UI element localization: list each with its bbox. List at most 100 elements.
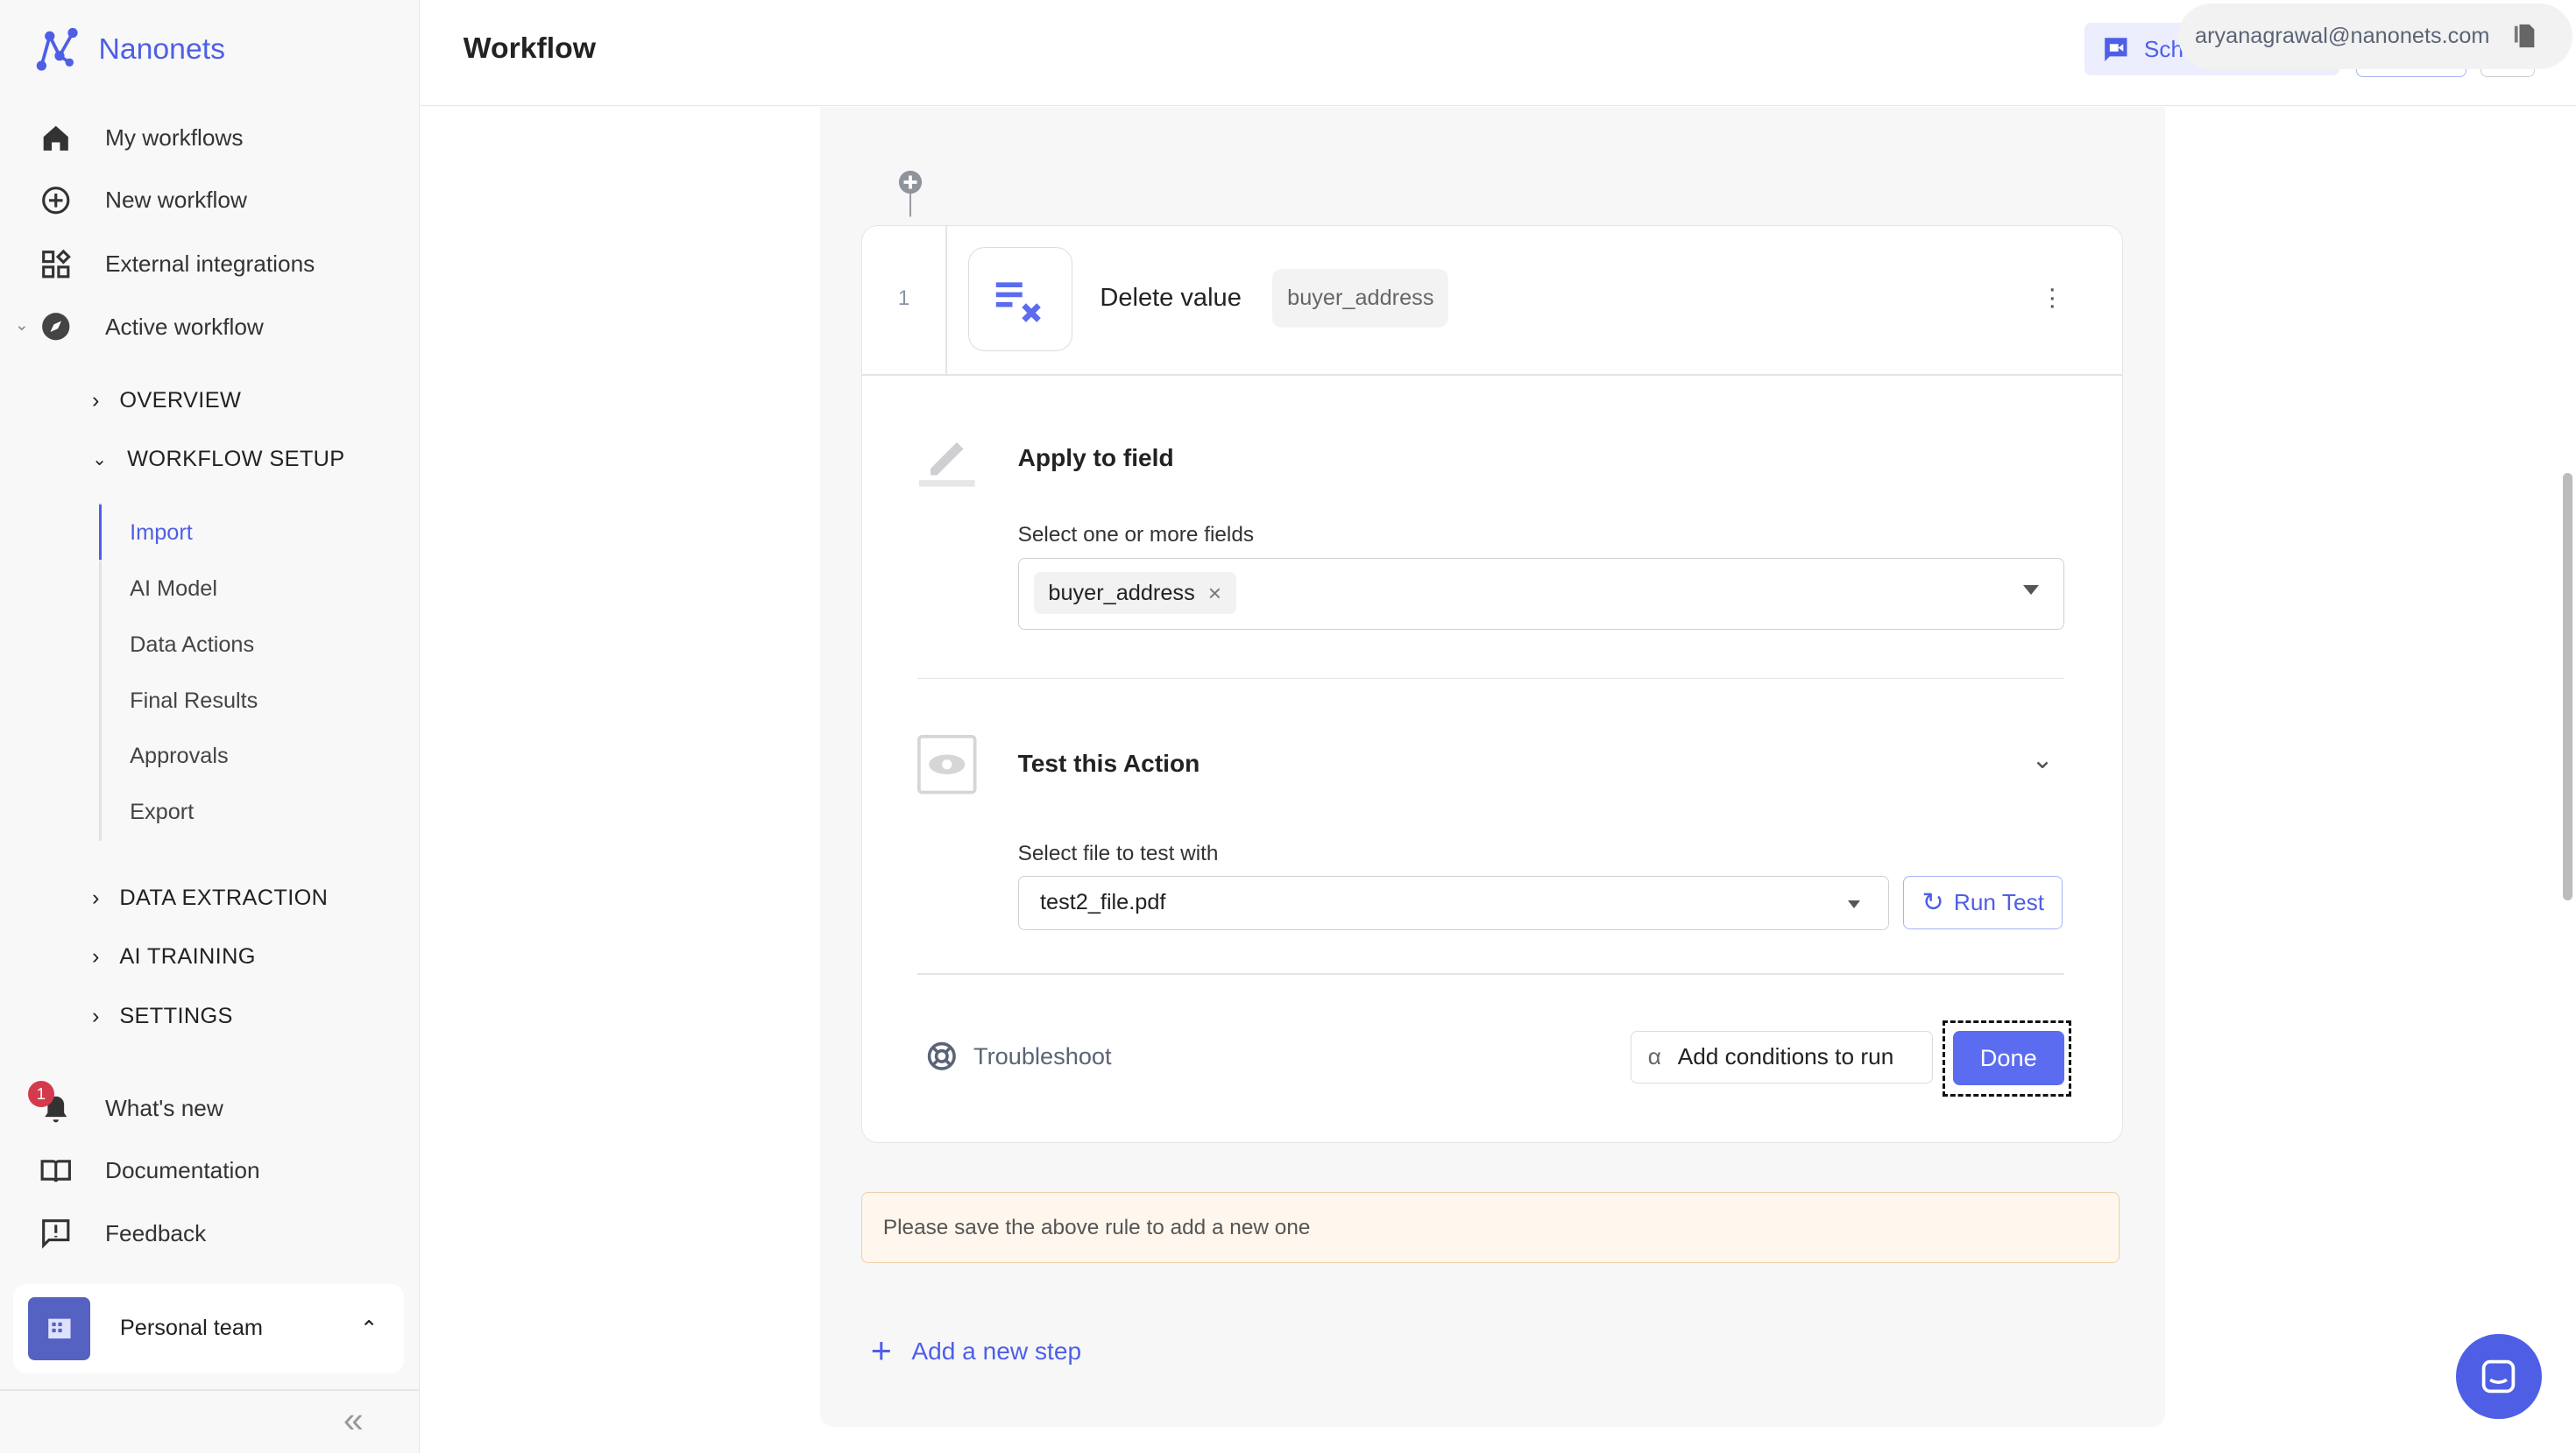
refresh-icon: ↻ xyxy=(1921,887,1944,917)
nav-label: New workflow xyxy=(105,187,247,214)
chevron-down-icon[interactable]: ⌄ xyxy=(15,315,29,335)
subnav-approvals[interactable]: Approvals xyxy=(130,744,229,769)
notice-banner: Please save the above rule to add a new … xyxy=(860,1192,2120,1263)
nav-my-workflows[interactable]: My workflows xyxy=(39,122,244,155)
nav-documentation[interactable]: Documentation xyxy=(39,1154,260,1188)
branch-icon: α xyxy=(1647,1043,1661,1070)
nav-label: Active workflow xyxy=(105,313,264,340)
subnav-final-results[interactable]: Final Results xyxy=(130,688,258,714)
nav-active-workflow[interactable]: Active workflow xyxy=(39,310,264,343)
run-test-button[interactable]: ↻ Run Test xyxy=(1903,876,2063,929)
nav-external-integrations[interactable]: External integrations xyxy=(39,248,315,281)
chat-icon xyxy=(2482,1359,2516,1393)
selected-file: test2_file.pdf xyxy=(1040,890,1166,915)
test-file-select[interactable]: test2_file.pdf xyxy=(1017,876,1889,931)
step-card: 1 Delete value buyer_address · · · Apply t… xyxy=(860,224,2123,1144)
section-label: AI TRAINING xyxy=(119,944,256,970)
troubleshoot-link[interactable]: Troubleshoot xyxy=(926,1041,1112,1072)
subnav-import[interactable]: Import xyxy=(130,520,193,546)
test-action-heading: Test this Action xyxy=(1017,750,1200,777)
chat-launcher-button[interactable] xyxy=(2456,1333,2542,1419)
test-file-label: Select file to test with xyxy=(1017,842,1219,865)
section-ai-training[interactable]: › AI TRAINING xyxy=(92,944,256,970)
fields-multiselect[interactable]: buyer_address × xyxy=(1017,557,2065,631)
video-chat-icon xyxy=(2105,38,2127,62)
dropdown-caret-icon xyxy=(1847,900,1860,908)
subnav-data-actions[interactable]: Data Actions xyxy=(130,632,254,658)
compass-icon xyxy=(42,313,70,341)
chip-label: buyer_address xyxy=(1048,580,1195,605)
subnav-export[interactable]: Export xyxy=(130,800,194,825)
active-indicator xyxy=(98,504,103,561)
brand-name: Nanonets xyxy=(98,32,225,66)
nanonets-logo-icon xyxy=(36,27,78,71)
section-overview[interactable]: › OVERVIEW xyxy=(92,388,241,413)
add-step-above-icon[interactable] xyxy=(897,169,924,218)
add-conditions-label: Add conditions to run xyxy=(1677,1043,1894,1070)
brand-logo[interactable]: Nanonets xyxy=(33,26,225,73)
user-email: aryanagrawal@nanonets.com xyxy=(2195,23,2490,48)
add-conditions-button[interactable]: α Add conditions to run xyxy=(1631,1030,1933,1083)
section-label: WORKFLOW SETUP xyxy=(127,447,345,471)
grid-icon xyxy=(42,249,71,279)
chevron-up-icon: ⌃ xyxy=(359,1316,379,1341)
step-number: 1 xyxy=(897,286,910,311)
eye-icon xyxy=(917,735,977,794)
team-name: Personal team xyxy=(119,1316,263,1341)
book-icon xyxy=(40,1160,71,1182)
collapse-sidebar-icon[interactable]: « xyxy=(343,1400,364,1441)
troubleshoot-label: Troubleshoot xyxy=(973,1041,1112,1069)
remove-chip-icon[interactable]: × xyxy=(1208,580,1221,607)
apply-to-field-heading: Apply to field xyxy=(1017,444,1174,472)
sidebar: Nanonets My workflows New workflow Exter… xyxy=(0,0,421,1454)
divider xyxy=(917,973,2064,975)
step-field-tag: buyer_address xyxy=(1272,268,1449,328)
building-icon xyxy=(27,1297,91,1360)
nav-label: External integrations xyxy=(105,251,315,278)
add-step-label: Add a new step xyxy=(911,1338,1082,1366)
field-chip: buyer_address × xyxy=(1033,571,1236,615)
subnav-ai-model[interactable]: AI Model xyxy=(130,576,217,602)
page-title: Workflow xyxy=(463,31,596,65)
select-fields-label: Select one or more fields xyxy=(1017,523,1255,547)
pencil-icon xyxy=(919,442,975,487)
more-options-icon[interactable]: · · · xyxy=(2048,276,2056,319)
nav-label: My workflows xyxy=(105,124,244,151)
chevron-right-icon: › xyxy=(92,1003,100,1028)
notification-badge: 1 xyxy=(27,1080,54,1107)
section-label: SETTINGS xyxy=(119,1003,233,1028)
nav-label: What's new xyxy=(105,1095,223,1122)
section-settings[interactable]: › SETTINGS xyxy=(92,1004,233,1029)
add-new-step-button[interactable]: + Add a new step xyxy=(870,1330,1082,1372)
plus-circle-icon xyxy=(42,187,70,215)
divider xyxy=(0,1389,420,1392)
email-tooltip: aryanagrawal@nanonets.com xyxy=(2178,3,2573,69)
feedback-icon xyxy=(42,1219,70,1249)
copy-icon[interactable] xyxy=(2513,23,2536,49)
divider xyxy=(945,225,947,374)
nav-label: Feedback xyxy=(105,1219,207,1246)
run-test-label: Run Test xyxy=(1953,888,2044,915)
section-data-extraction[interactable]: › DATA EXTRACTION xyxy=(92,886,328,911)
divider xyxy=(917,677,2064,680)
nav-whats-new[interactable]: What's new xyxy=(39,1092,223,1126)
scrollbar[interactable] xyxy=(2563,473,2573,900)
nav-new-workflow[interactable]: New workflow xyxy=(39,184,247,217)
nav-label: Documentation xyxy=(105,1157,260,1184)
team-switcher[interactable]: Personal team ⌃ xyxy=(13,1284,405,1373)
home-icon xyxy=(43,125,68,151)
collapse-test-chevron-icon[interactable]: ⌄ xyxy=(2032,745,2054,775)
chevron-right-icon: › xyxy=(92,387,100,413)
section-label: OVERVIEW xyxy=(119,387,242,413)
step-title: Delete value xyxy=(1100,283,1242,312)
section-workflow-setup[interactable]: ⌄ WORKFLOW SETUP xyxy=(92,447,345,472)
section-label: DATA EXTRACTION xyxy=(119,885,329,910)
divider xyxy=(861,373,2122,376)
nav-feedback[interactable]: Feedback xyxy=(39,1217,206,1250)
dropdown-caret-icon[interactable] xyxy=(2023,584,2039,595)
plus-icon: + xyxy=(870,1330,892,1372)
header: Workflow Sch aryanagrawal@nanonets.com xyxy=(421,0,2576,106)
done-button[interactable]: Done xyxy=(1952,1030,2064,1085)
chevron-down-icon: ⌄ xyxy=(92,449,108,469)
delete-value-icon xyxy=(968,247,1072,351)
